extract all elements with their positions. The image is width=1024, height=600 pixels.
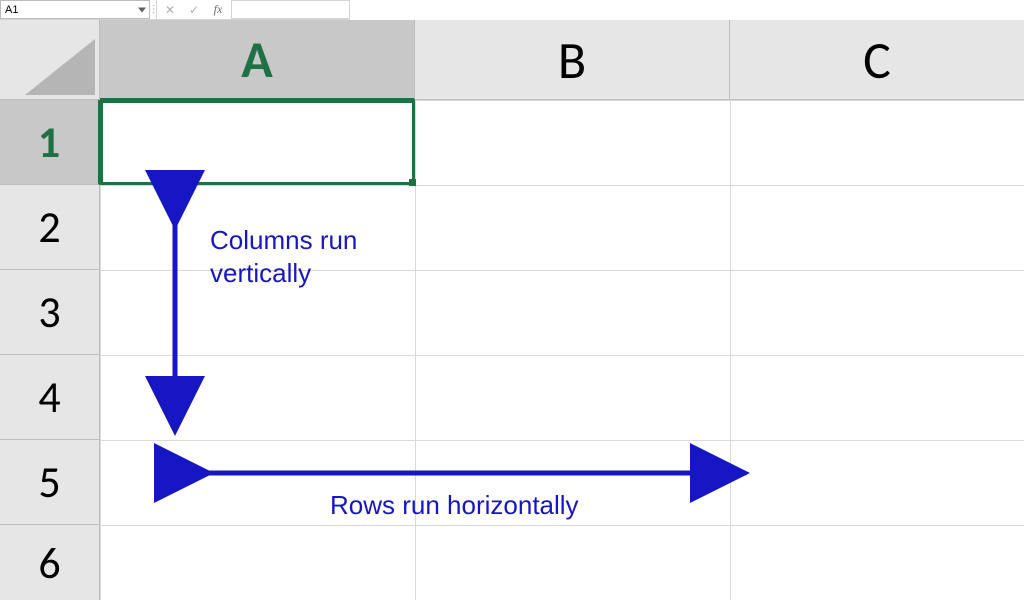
cells-area[interactable] [100,100,1024,600]
gridline [100,525,1024,526]
formula-bar: A1 ⋮ ✕ ✓ fx [0,0,350,20]
select-all-triangle-icon [25,39,95,95]
formula-bar-buttons: ✕ ✓ fx [156,0,232,19]
gridline [100,185,1024,186]
gridline [100,355,1024,356]
formula-input[interactable] [232,0,350,19]
name-box[interactable]: A1 [0,0,150,19]
fill-handle[interactable] [409,179,416,186]
annotation-columns-label: Columns run vertically [210,224,410,289]
name-box-value: A1 [5,4,18,16]
annotation-rows-label: Rows run horizontally [330,489,579,522]
enter-icon[interactable]: ✓ [185,1,203,19]
insert-function-icon[interactable]: fx [209,1,227,19]
cancel-icon[interactable]: ✕ [161,1,179,19]
row-header-5[interactable]: 5 [0,440,100,525]
row-header-2[interactable]: 2 [0,185,100,270]
row-header-4[interactable]: 4 [0,355,100,440]
select-all-corner[interactable] [0,20,100,100]
chevron-down-icon[interactable] [138,7,146,12]
active-cell-a1[interactable] [100,100,415,185]
row-header-1[interactable]: 1 [0,100,100,185]
gridline [100,440,1024,441]
column-header-a[interactable]: A [100,20,415,100]
vertical-arrow-icon [160,188,190,418]
horizontal-arrow-icon [172,458,732,488]
column-header-c[interactable]: C [730,20,1024,100]
row-header-3[interactable]: 3 [0,270,100,355]
column-header-b[interactable]: B [415,20,730,100]
row-header-6[interactable]: 6 [0,525,100,600]
